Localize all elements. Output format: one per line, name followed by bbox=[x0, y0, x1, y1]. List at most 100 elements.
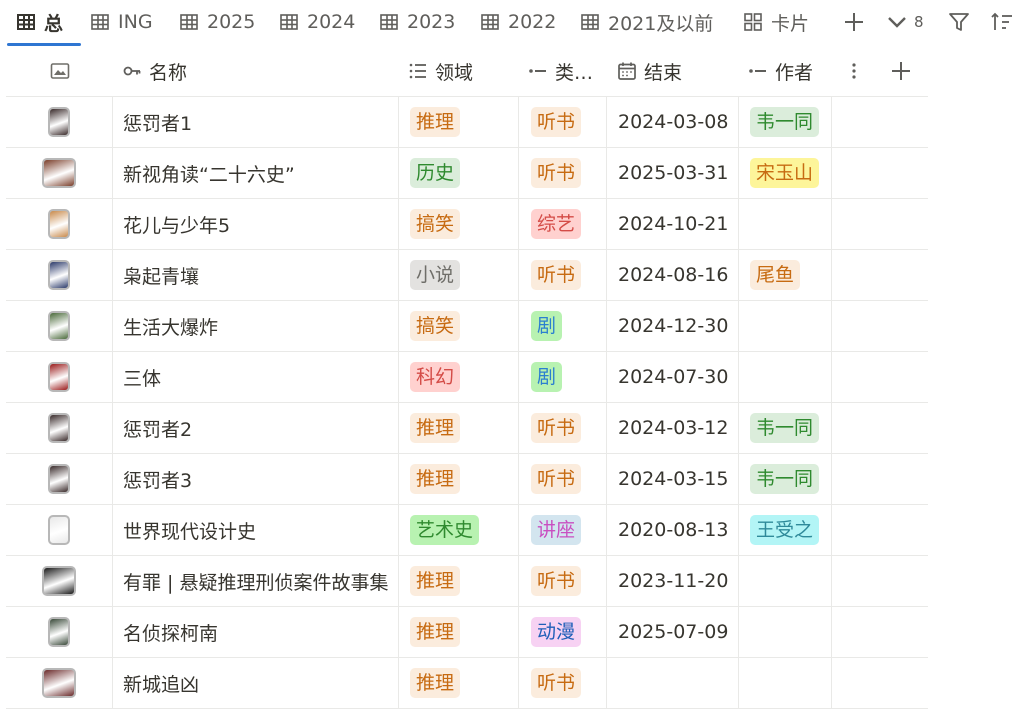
table-row[interactable]: 三体 科幻 剧 2024-07-30 bbox=[6, 352, 928, 403]
author-cell[interactable]: 韦一同 bbox=[738, 403, 832, 453]
tab-2021-and-before[interactable]: 2021及以前 bbox=[580, 0, 713, 44]
cover-cell[interactable] bbox=[6, 607, 112, 657]
cover-cell[interactable] bbox=[6, 352, 112, 402]
author-cell[interactable]: 宋玉山 bbox=[738, 148, 832, 198]
author-cell[interactable]: 韦一同 bbox=[738, 97, 832, 147]
tab-2022[interactable]: 2022 bbox=[480, 0, 556, 44]
cover-cell[interactable] bbox=[6, 556, 112, 606]
domain-cell[interactable]: 推理 bbox=[398, 454, 518, 504]
name-cell[interactable]: 名侦探柯南 bbox=[112, 607, 398, 657]
end-date-cell[interactable] bbox=[606, 658, 738, 708]
add-view-button[interactable] bbox=[843, 10, 865, 34]
author-cell[interactable] bbox=[738, 658, 832, 708]
type-cell[interactable]: 听书 bbox=[518, 403, 606, 453]
name-cell[interactable]: 世界现代设计史 bbox=[112, 505, 398, 555]
cover-cell[interactable] bbox=[6, 301, 112, 351]
table-row[interactable]: 惩罚者1 推理 听书 2024-03-08 韦一同 bbox=[6, 97, 928, 148]
cover-thumbnail[interactable] bbox=[42, 668, 76, 698]
cover-cell[interactable] bbox=[6, 97, 112, 147]
type-cell[interactable]: 听书 bbox=[518, 97, 606, 147]
cover-thumbnail[interactable] bbox=[48, 413, 70, 443]
name-cell[interactable]: 花儿与少年5 bbox=[112, 199, 398, 249]
table-row[interactable]: 新视角读“二十六史” 历史 听书 2025-03-31 宋玉山 bbox=[6, 148, 928, 199]
name-cell[interactable]: 有罪 | 悬疑推理刑侦案件故事集 bbox=[112, 556, 398, 606]
type-cell[interactable]: 听书 bbox=[518, 454, 606, 504]
table-row[interactable]: 花儿与少年5 搞笑 综艺 2024-10-21 bbox=[6, 199, 928, 250]
domain-cell[interactable]: 推理 bbox=[398, 607, 518, 657]
column-header-end[interactable]: 结束 bbox=[617, 46, 682, 96]
column-header-image[interactable] bbox=[50, 46, 70, 96]
table-row[interactable]: 新城追凶 推理 听书 bbox=[6, 658, 928, 709]
cover-cell[interactable] bbox=[6, 505, 112, 555]
tab-2023[interactable]: 2023 bbox=[379, 0, 455, 44]
cover-thumbnail[interactable] bbox=[48, 260, 70, 290]
name-cell[interactable]: 新城追凶 bbox=[112, 658, 398, 708]
author-cell[interactable]: 王受之 bbox=[738, 505, 832, 555]
tab-2025[interactable]: 2025 bbox=[179, 0, 255, 44]
column-header-type[interactable]: 类… bbox=[528, 46, 593, 96]
end-date-cell[interactable]: 2024-10-21 bbox=[606, 199, 738, 249]
name-cell[interactable]: 惩罚者1 bbox=[112, 97, 398, 147]
end-date-cell[interactable]: 2024-08-16 bbox=[606, 250, 738, 300]
name-cell[interactable]: 惩罚者2 bbox=[112, 403, 398, 453]
end-date-cell[interactable]: 2024-03-15 bbox=[606, 454, 738, 504]
name-cell[interactable]: 新视角读“二十六史” bbox=[112, 148, 398, 198]
author-cell[interactable] bbox=[738, 301, 832, 351]
domain-cell[interactable]: 推理 bbox=[398, 403, 518, 453]
cover-cell[interactable] bbox=[6, 454, 112, 504]
name-cell[interactable]: 生活大爆炸 bbox=[112, 301, 398, 351]
cover-cell[interactable] bbox=[6, 148, 112, 198]
add-column-button[interactable] bbox=[890, 46, 912, 96]
table-row[interactable]: 惩罚者3 推理 听书 2024-03-15 韦一同 bbox=[6, 454, 928, 505]
end-date-cell[interactable]: 2024-12-30 bbox=[606, 301, 738, 351]
end-date-cell[interactable]: 2025-07-09 bbox=[606, 607, 738, 657]
name-cell[interactable]: 三体 bbox=[112, 352, 398, 402]
cover-thumbnail[interactable] bbox=[48, 107, 70, 137]
type-cell[interactable]: 讲座 bbox=[518, 505, 606, 555]
column-header-domain[interactable]: 领域 bbox=[408, 46, 473, 96]
cover-thumbnail[interactable] bbox=[48, 311, 70, 341]
domain-cell[interactable]: 推理 bbox=[398, 658, 518, 708]
end-date-cell[interactable]: 2024-03-08 bbox=[606, 97, 738, 147]
column-header-author[interactable]: 作者 bbox=[748, 46, 813, 96]
column-options-button[interactable] bbox=[850, 46, 858, 96]
cover-cell[interactable] bbox=[6, 403, 112, 453]
name-cell[interactable]: 惩罚者3 bbox=[112, 454, 398, 504]
table-row[interactable]: 生活大爆炸 搞笑 剧 2024-12-30 bbox=[6, 301, 928, 352]
cover-thumbnail[interactable] bbox=[48, 209, 70, 239]
end-date-cell[interactable]: 2025-03-31 bbox=[606, 148, 738, 198]
domain-cell[interactable]: 艺术史 bbox=[398, 505, 518, 555]
sort-button[interactable] bbox=[990, 10, 1014, 34]
tab-2024[interactable]: 2024 bbox=[279, 0, 355, 44]
end-date-cell[interactable]: 2024-03-12 bbox=[606, 403, 738, 453]
author-cell[interactable]: 尾鱼 bbox=[738, 250, 832, 300]
cover-cell[interactable] bbox=[6, 658, 112, 708]
domain-cell[interactable]: 科幻 bbox=[398, 352, 518, 402]
tab-ing[interactable]: ING bbox=[90, 0, 153, 44]
cover-thumbnail[interactable] bbox=[48, 464, 70, 494]
author-cell[interactable] bbox=[738, 199, 832, 249]
cover-cell[interactable] bbox=[6, 199, 112, 249]
filter-button[interactable] bbox=[948, 10, 970, 34]
cover-thumbnail[interactable] bbox=[48, 515, 70, 545]
author-cell[interactable]: 韦一同 bbox=[738, 454, 832, 504]
domain-cell[interactable]: 搞笑 bbox=[398, 301, 518, 351]
end-date-cell[interactable]: 2023-11-20 bbox=[606, 556, 738, 606]
table-row[interactable]: 名侦探柯南 推理 动漫 2025-07-09 bbox=[6, 607, 928, 658]
cover-thumbnail[interactable] bbox=[42, 566, 76, 596]
tab-all[interactable]: 总 bbox=[16, 0, 63, 44]
domain-cell[interactable]: 推理 bbox=[398, 97, 518, 147]
domain-cell[interactable]: 搞笑 bbox=[398, 199, 518, 249]
domain-cell[interactable]: 小说 bbox=[398, 250, 518, 300]
author-cell[interactable] bbox=[738, 352, 832, 402]
type-cell[interactable]: 动漫 bbox=[518, 607, 606, 657]
end-date-cell[interactable]: 2024-07-30 bbox=[606, 352, 738, 402]
more-views-button[interactable]: 8 bbox=[886, 10, 924, 34]
table-row[interactable]: 有罪 | 悬疑推理刑侦案件故事集 推理 听书 2023-11-20 bbox=[6, 556, 928, 607]
table-row[interactable]: 枭起青壤 小说 听书 2024-08-16 尾鱼 bbox=[6, 250, 928, 301]
domain-cell[interactable]: 推理 bbox=[398, 556, 518, 606]
domain-cell[interactable]: 历史 bbox=[398, 148, 518, 198]
end-date-cell[interactable]: 2020-08-13 bbox=[606, 505, 738, 555]
type-cell[interactable]: 剧 bbox=[518, 301, 606, 351]
author-cell[interactable] bbox=[738, 607, 832, 657]
